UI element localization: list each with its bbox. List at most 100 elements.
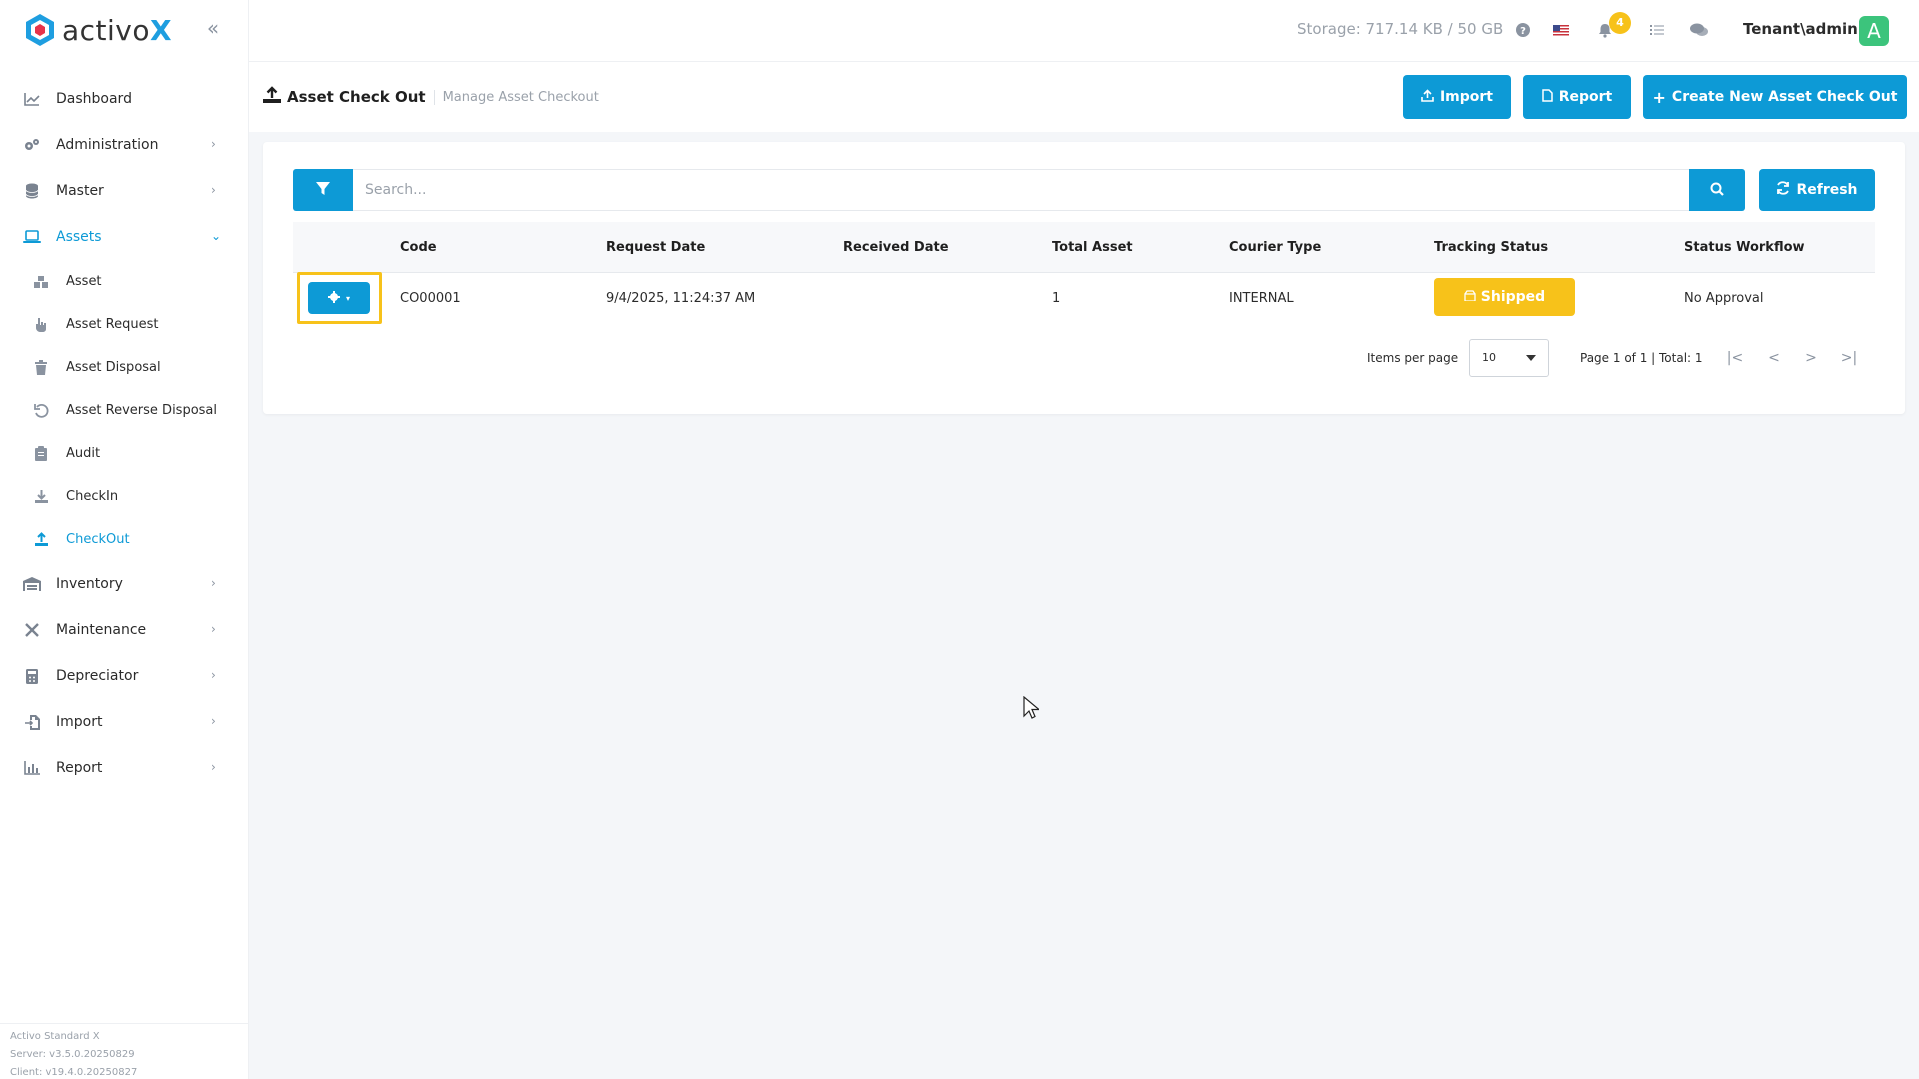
sidebar-item-label: Depreciator: [56, 668, 139, 684]
sidebar-item-dashboard[interactable]: Dashboard: [0, 76, 249, 122]
chart-bar-icon: [22, 758, 42, 778]
sidebar-footer: Activo Standard X Server: v3.5.0.2025082…: [0, 1023, 249, 1079]
sidebar-subitem-audit[interactable]: Audit: [0, 432, 249, 475]
refresh-icon: [1776, 181, 1790, 199]
cell-code: CO00001: [400, 291, 461, 306]
column-header-code[interactable]: Code: [400, 240, 437, 255]
page-header: Asset Check Out Manage Asset Checkout Im…: [249, 62, 1919, 132]
column-header-received-date[interactable]: Received Date: [843, 240, 949, 255]
warehouse-icon: [22, 574, 42, 594]
sidebar-item-label: Administration: [56, 137, 159, 153]
import-button[interactable]: Import: [1403, 75, 1511, 119]
cell-request-date: 9/4/2025, 11:24:37 AM: [606, 291, 756, 306]
search-button[interactable]: [1689, 169, 1745, 211]
brand-name: activoX: [62, 13, 173, 47]
row-actions-button[interactable]: ▾: [308, 282, 370, 314]
page-info: Page 1 of 1 | Total: 1: [1580, 351, 1703, 365]
storage-usage: Storage: 717.14 KB / 50 GB: [1297, 20, 1504, 38]
avatar[interactable]: A: [1859, 16, 1889, 46]
create-asset-checkout-button[interactable]: + Create New Asset Check Out: [1643, 75, 1907, 119]
refresh-button[interactable]: Refresh: [1759, 169, 1875, 211]
report-button[interactable]: Report: [1523, 75, 1631, 119]
sidebar-subitem-asset[interactable]: Asset: [0, 260, 249, 303]
sidebar-item-assets[interactable]: Assets ⌄: [0, 214, 249, 260]
refresh-button-label: Refresh: [1796, 182, 1858, 198]
sidebar-subitem-label: CheckOut: [66, 532, 130, 547]
sidebar-item-maintenance[interactable]: Maintenance ›: [0, 607, 249, 653]
sidebar-subitem-checkout[interactable]: CheckOut: [0, 518, 249, 561]
sidebar-item-label: Dashboard: [56, 91, 132, 107]
chat-icon[interactable]: [1689, 20, 1709, 40]
cell-status-workflow: No Approval: [1684, 291, 1764, 306]
create-button-label: Create New Asset Check Out: [1671, 89, 1898, 105]
help-icon[interactable]: ?: [1513, 20, 1533, 40]
cell-courier-type: INTERNAL: [1229, 291, 1294, 306]
chevron-right-icon: ›: [211, 760, 216, 774]
filter-button[interactable]: [293, 169, 353, 211]
page-title-group: Asset Check Out Manage Asset Checkout: [263, 86, 599, 108]
next-page-icon[interactable]: >: [1800, 347, 1822, 369]
sidebar-item-report[interactable]: Report ›: [0, 745, 249, 791]
caret-down-icon: ▾: [345, 293, 350, 303]
column-header-courier-type[interactable]: Courier Type: [1229, 240, 1321, 255]
sidebar-subitem-asset-disposal[interactable]: Asset Disposal: [0, 346, 249, 389]
table-row: ▾ CO00001 9/4/2025, 11:24:37 AM 1 INTERN…: [293, 272, 1875, 324]
product-name: Activo Standard X: [10, 1031, 100, 1042]
previous-page-icon[interactable]: <: [1763, 347, 1785, 369]
hand-pointer-icon: [32, 316, 50, 334]
notification-badge: 4: [1609, 12, 1631, 34]
sidebar-item-label: Maintenance: [56, 622, 147, 638]
sidebar-item-master[interactable]: Master ›: [0, 168, 249, 214]
sidebar-subitem-asset-reverse-disposal[interactable]: Asset Reverse Disposal: [0, 389, 249, 432]
trash-icon: [32, 359, 50, 377]
items-per-page-label: Items per page: [1367, 351, 1459, 365]
task-list-icon[interactable]: [1647, 20, 1667, 40]
column-header-tracking-status[interactable]: Tracking Status: [1434, 240, 1548, 255]
status-badge-label: Shipped: [1480, 289, 1546, 305]
page-size-select[interactable]: 10: [1469, 339, 1549, 377]
svg-text:?: ?: [1520, 26, 1526, 37]
status-badge: Shipped: [1434, 278, 1575, 316]
upload-icon: [1421, 88, 1434, 106]
column-header-total-asset[interactable]: Total Asset: [1052, 240, 1133, 255]
us-flag-icon[interactable]: [1551, 20, 1571, 40]
tools-icon: [22, 620, 42, 640]
plus-icon: +: [1652, 87, 1666, 107]
activo-logo-icon: [26, 14, 54, 46]
chevron-down-icon: ⌄: [211, 229, 222, 243]
sidebar: activoX « Dashboard Administration › Mas…: [0, 0, 249, 1079]
sidebar-item-depreciator[interactable]: Depreciator ›: [0, 653, 249, 699]
calculator-icon: [22, 666, 42, 686]
laptop-icon: [22, 227, 42, 247]
gears-icon: [22, 135, 42, 155]
page-subtitle: Manage Asset Checkout: [433, 89, 599, 105]
top-bar: Storage: 717.14 KB / 50 GB ? 4 Tenant\ad…: [249, 0, 1919, 62]
sidebar-item-label: Import: [56, 714, 103, 730]
column-header-request-date[interactable]: Request Date: [606, 240, 705, 255]
undo-icon: [32, 402, 50, 420]
user-name[interactable]: Tenant\admin: [1743, 20, 1858, 38]
first-page-icon[interactable]: |<: [1724, 347, 1746, 369]
page-size-value: 10: [1482, 351, 1496, 364]
search-input[interactable]: [353, 169, 1689, 211]
sidebar-subitem-checkin[interactable]: CheckIn: [0, 475, 249, 518]
sidebar-item-label: Report: [56, 760, 103, 776]
sidebar-subitem-label: Asset Reverse Disposal: [66, 403, 218, 418]
collapse-sidebar-icon[interactable]: «: [200, 16, 226, 42]
table-header: Code Request Date Received Date Total As…: [293, 222, 1875, 273]
brand-logo[interactable]: activoX: [22, 12, 172, 48]
report-button-label: Report: [1558, 89, 1613, 105]
clipboard-icon: [32, 445, 50, 463]
column-header-status-workflow[interactable]: Status Workflow: [1684, 240, 1805, 255]
chevron-right-icon: ›: [211, 137, 216, 151]
sidebar-item-administration[interactable]: Administration ›: [0, 122, 249, 168]
server-version: Server: v3.5.0.20250829: [10, 1049, 135, 1060]
chart-line-icon: [22, 89, 42, 109]
sidebar-item-label: Master: [56, 183, 104, 199]
download-icon: [32, 488, 50, 506]
sidebar-item-inventory[interactable]: Inventory ›: [0, 561, 249, 607]
sidebar-item-import[interactable]: Import ›: [0, 699, 249, 745]
last-page-icon[interactable]: >|: [1838, 347, 1860, 369]
sidebar-subitem-label: Audit: [66, 446, 101, 461]
sidebar-subitem-asset-request[interactable]: Asset Request: [0, 303, 249, 346]
